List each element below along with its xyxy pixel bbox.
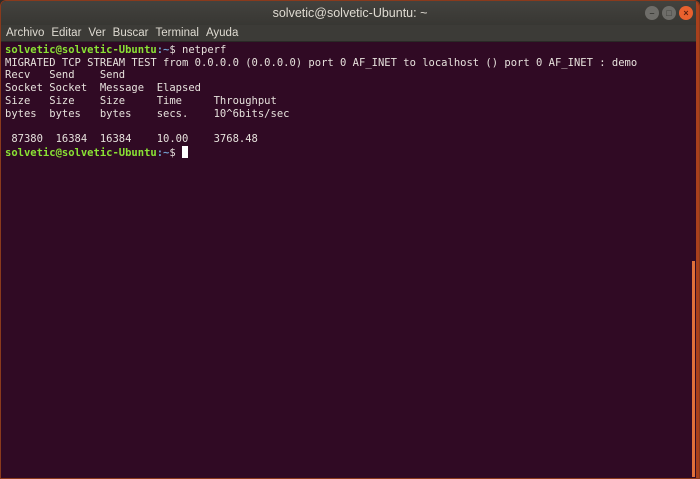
window-title: solvetic@solvetic-Ubuntu: ~	[272, 6, 428, 20]
cursor	[182, 145, 189, 158]
menu-bar: Archivo Editar Ver Buscar Terminal Ayuda	[1, 25, 699, 42]
minimize-icon[interactable]: –	[645, 6, 659, 20]
close-icon[interactable]: ×	[679, 6, 693, 20]
terminal-output[interactable]: solvetic@solvetic-Ubuntu:~$ netperf MIGRA…	[1, 43, 699, 478]
command-line: solvetic@solvetic-Ubuntu:~$ netperf	[5, 44, 227, 56]
menu-ayuda[interactable]: Ayuda	[206, 27, 238, 39]
title-bar[interactable]: solvetic@solvetic-Ubuntu: ~ – □ ×	[1, 1, 699, 25]
maximize-icon[interactable]: □	[662, 6, 676, 20]
output-line: bytes bytes bytes secs. 10^6bits/sec	[5, 107, 290, 120]
menu-ver[interactable]: Ver	[88, 27, 105, 39]
output-line: Size Size Size Time Throughput	[5, 94, 277, 107]
output-line: Socket Socket Message Elapsed	[5, 82, 201, 95]
menu-editar[interactable]: Editar	[51, 27, 81, 39]
window-border	[696, 1, 699, 478]
terminal-window: solvetic@solvetic-Ubuntu: ~ – □ × Archiv…	[0, 0, 700, 479]
scrollbar[interactable]	[692, 261, 695, 477]
menu-terminal[interactable]: Terminal	[155, 27, 198, 39]
prompt-line: solvetic@solvetic-Ubuntu:~$	[5, 145, 695, 160]
command: netperf	[182, 44, 227, 56]
menu-buscar[interactable]: Buscar	[113, 27, 149, 39]
output-line: 87380 16384 16384 10.00 3768.48	[5, 132, 258, 145]
output-line: Recv Send Send	[5, 69, 126, 82]
menu-archivo[interactable]: Archivo	[6, 27, 44, 39]
output-line: MIGRATED TCP STREAM TEST from 0.0.0.0 (0…	[5, 56, 638, 69]
